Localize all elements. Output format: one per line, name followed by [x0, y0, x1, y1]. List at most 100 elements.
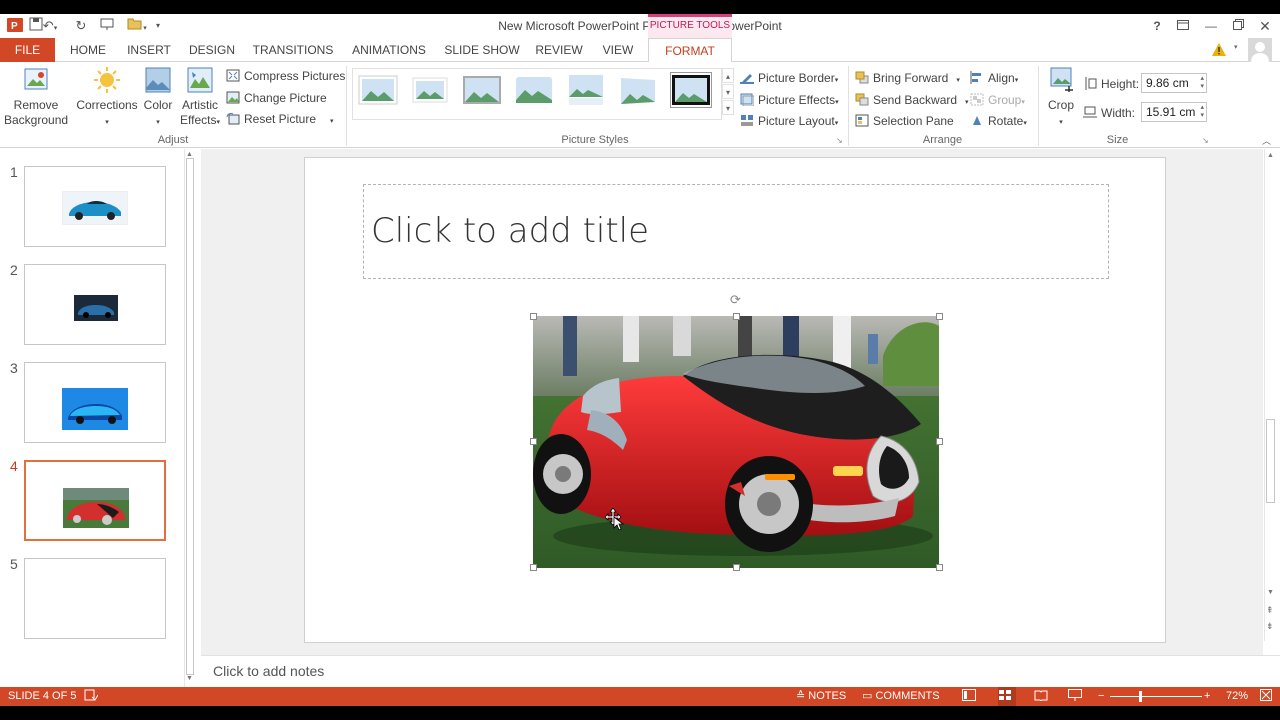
corrections-button[interactable]: Corrections ▾ — [76, 66, 138, 130]
slide-thumbnail-1[interactable] — [24, 166, 166, 247]
size-dialog-launcher-icon[interactable]: ↘ — [1202, 136, 1211, 145]
next-slide-icon[interactable]: ⇟ — [1266, 621, 1274, 632]
picture-layout-button[interactable]: Picture Layout▾ — [740, 111, 838, 131]
resize-handle-right[interactable] — [936, 438, 943, 445]
align-label: Align — [988, 71, 1015, 85]
align-button[interactable]: Align▾ — [970, 68, 1018, 88]
width-spin-up-icon[interactable]: ▴ — [1200, 104, 1204, 112]
picture-border-button[interactable]: Picture Border▾ — [740, 68, 838, 88]
resize-handle-top-left[interactable] — [530, 313, 537, 320]
bring-forward-button[interactable]: Bring Forward ▾ — [855, 68, 960, 88]
tab-animations[interactable]: ANIMATIONS — [348, 38, 430, 62]
account-dropdown-icon[interactable]: ▾ — [1234, 43, 1244, 51]
height-spin-up-icon[interactable]: ▴ — [1200, 75, 1204, 83]
selection-pane-label: Selection Pane — [873, 114, 954, 128]
group-button[interactable]: Group▾ — [970, 90, 1025, 110]
selection-pane-button[interactable]: Selection Pane — [855, 111, 954, 131]
tab-review[interactable]: REVIEW — [534, 38, 584, 62]
slide-scrollbar[interactable]: ▲ ▼ ⇞ ⇟ — [1264, 149, 1276, 641]
notes-pane[interactable]: Click to add notes — [201, 655, 1280, 687]
slide-thumbnail-4[interactable] — [24, 460, 166, 541]
gallery-scroll-up-icon[interactable]: ▴ — [722, 68, 734, 83]
resize-handle-top-right[interactable] — [936, 313, 943, 320]
gallery-more-icon[interactable]: ▾ — [722, 100, 734, 115]
scroll-up-icon[interactable]: ▲ — [1267, 152, 1274, 159]
picture-style-soft-edge[interactable] — [409, 72, 451, 108]
slide-show-view-icon[interactable] — [1068, 687, 1086, 706]
picture-styles-dialog-launcher-icon[interactable]: ↘ — [836, 136, 845, 145]
picture-style-rounded[interactable] — [513, 72, 555, 108]
scroll-down-icon[interactable]: ▼ — [1267, 589, 1274, 596]
comments-button[interactable]: ▭ COMMENTS — [862, 687, 940, 706]
crop-button[interactable]: Crop ▾ — [1042, 66, 1080, 130]
reset-picture-button[interactable]: Reset Picture ▾ — [226, 109, 334, 129]
height-spin-down-icon[interactable]: ▾ — [1200, 83, 1204, 91]
tab-transitions[interactable]: TRANSITIONS — [252, 38, 334, 62]
change-picture-button[interactable]: Change Picture — [226, 88, 327, 108]
resize-handle-top[interactable] — [733, 313, 740, 320]
ribbon-display-options-icon[interactable] — [1170, 16, 1196, 36]
width-label-row: Width: — [1083, 103, 1135, 123]
close-icon[interactable]: ✕ — [1252, 16, 1278, 36]
height-field[interactable]: 9.86 cm ▴ ▾ — [1141, 73, 1207, 93]
fit-slide-icon[interactable] — [1260, 687, 1272, 706]
warning-icon[interactable] — [1212, 43, 1228, 57]
tab-file[interactable]: FILE — [0, 38, 55, 62]
scroll-thumb[interactable] — [1266, 419, 1275, 503]
restore-icon[interactable] — [1225, 16, 1251, 36]
spell-check-icon[interactable] — [84, 687, 99, 706]
resize-handle-bottom-right[interactable] — [936, 564, 943, 571]
resize-handle-bottom[interactable] — [733, 564, 740, 571]
title-placeholder[interactable]: Click to add title — [363, 184, 1109, 279]
tab-home[interactable]: HOME — [62, 38, 114, 62]
slide-thumbnail-3[interactable] — [24, 362, 166, 443]
rotate-button[interactable]: Rotate▾ — [970, 111, 1027, 131]
remove-background-button[interactable]: Remove Background — [4, 66, 68, 128]
rotate-handle-icon[interactable]: ⟳ — [730, 292, 741, 308]
normal-view-icon[interactable] — [962, 687, 980, 706]
scroll-up-icon[interactable]: ▲ — [186, 151, 193, 158]
minimize-icon[interactable]: — — [1198, 16, 1224, 36]
tab-insert[interactable]: INSERT — [124, 38, 174, 62]
picture-style-black-frame[interactable] — [670, 72, 712, 108]
thumbnail-scrollbar[interactable]: ▲ ▼ — [184, 149, 196, 687]
width-spin-down-icon[interactable]: ▾ — [1200, 112, 1204, 120]
picture-style-shadow[interactable] — [461, 72, 503, 108]
ribbon-tabs: FILE HOME INSERT DESIGN TRANSITIONS ANIM… — [0, 38, 1280, 63]
zoom-slider[interactable] — [1110, 696, 1202, 697]
collapse-ribbon-icon[interactable]: ︿ — [1262, 134, 1271, 147]
tab-design[interactable]: DESIGN — [186, 38, 238, 62]
slide-editing-pane: Click to add title ⟳ — [201, 149, 1263, 655]
width-field[interactable]: 15.91 cm ▴ ▾ — [1141, 102, 1207, 122]
tab-view[interactable]: VIEW — [598, 38, 638, 62]
zoom-level[interactable]: 72% — [1226, 687, 1248, 706]
zoom-in-icon[interactable]: + — [1204, 687, 1210, 706]
resize-handle-left[interactable] — [530, 438, 537, 445]
car-picture[interactable] — [533, 316, 939, 568]
slide-thumbnail-2[interactable] — [24, 264, 166, 345]
slide-sorter-view-icon[interactable] — [998, 687, 1016, 706]
send-backward-button[interactable]: Send Backward ▾ — [855, 90, 969, 110]
picture-effects-button[interactable]: Picture Effects▾ — [740, 90, 839, 110]
avatar[interactable] — [1248, 38, 1272, 62]
notes-button[interactable]: ≙ NOTES — [796, 687, 846, 706]
scroll-thumb[interactable] — [186, 158, 194, 675]
zoom-out-icon[interactable]: − — [1098, 687, 1104, 706]
picture-style-perspective[interactable] — [617, 72, 659, 108]
tab-format[interactable]: FORMAT — [648, 38, 732, 63]
slide-number: 4 — [10, 458, 18, 474]
picture-style-simple-frame[interactable] — [357, 72, 399, 108]
previous-slide-icon[interactable]: ⇞ — [1266, 605, 1274, 616]
help-icon[interactable]: ? — [1144, 16, 1170, 36]
resize-handle-bottom-left[interactable] — [530, 564, 537, 571]
gallery-scroll-down-icon[interactable]: ▾ — [722, 84, 734, 99]
tab-slide-show[interactable]: SLIDE SHOW — [444, 38, 520, 62]
scroll-down-icon[interactable]: ▼ — [186, 675, 193, 682]
reading-view-icon[interactable] — [1034, 687, 1052, 706]
compress-pictures-button[interactable]: Compress Pictures — [226, 66, 345, 86]
slide-thumbnail-5[interactable] — [24, 558, 166, 639]
picture-style-reflected[interactable] — [565, 72, 607, 108]
zoom-slider-thumb[interactable] — [1139, 691, 1142, 702]
color-button[interactable]: Color ▾ — [140, 66, 176, 130]
artistic-effects-button[interactable]: Artistic Effects▾ — [178, 66, 222, 130]
